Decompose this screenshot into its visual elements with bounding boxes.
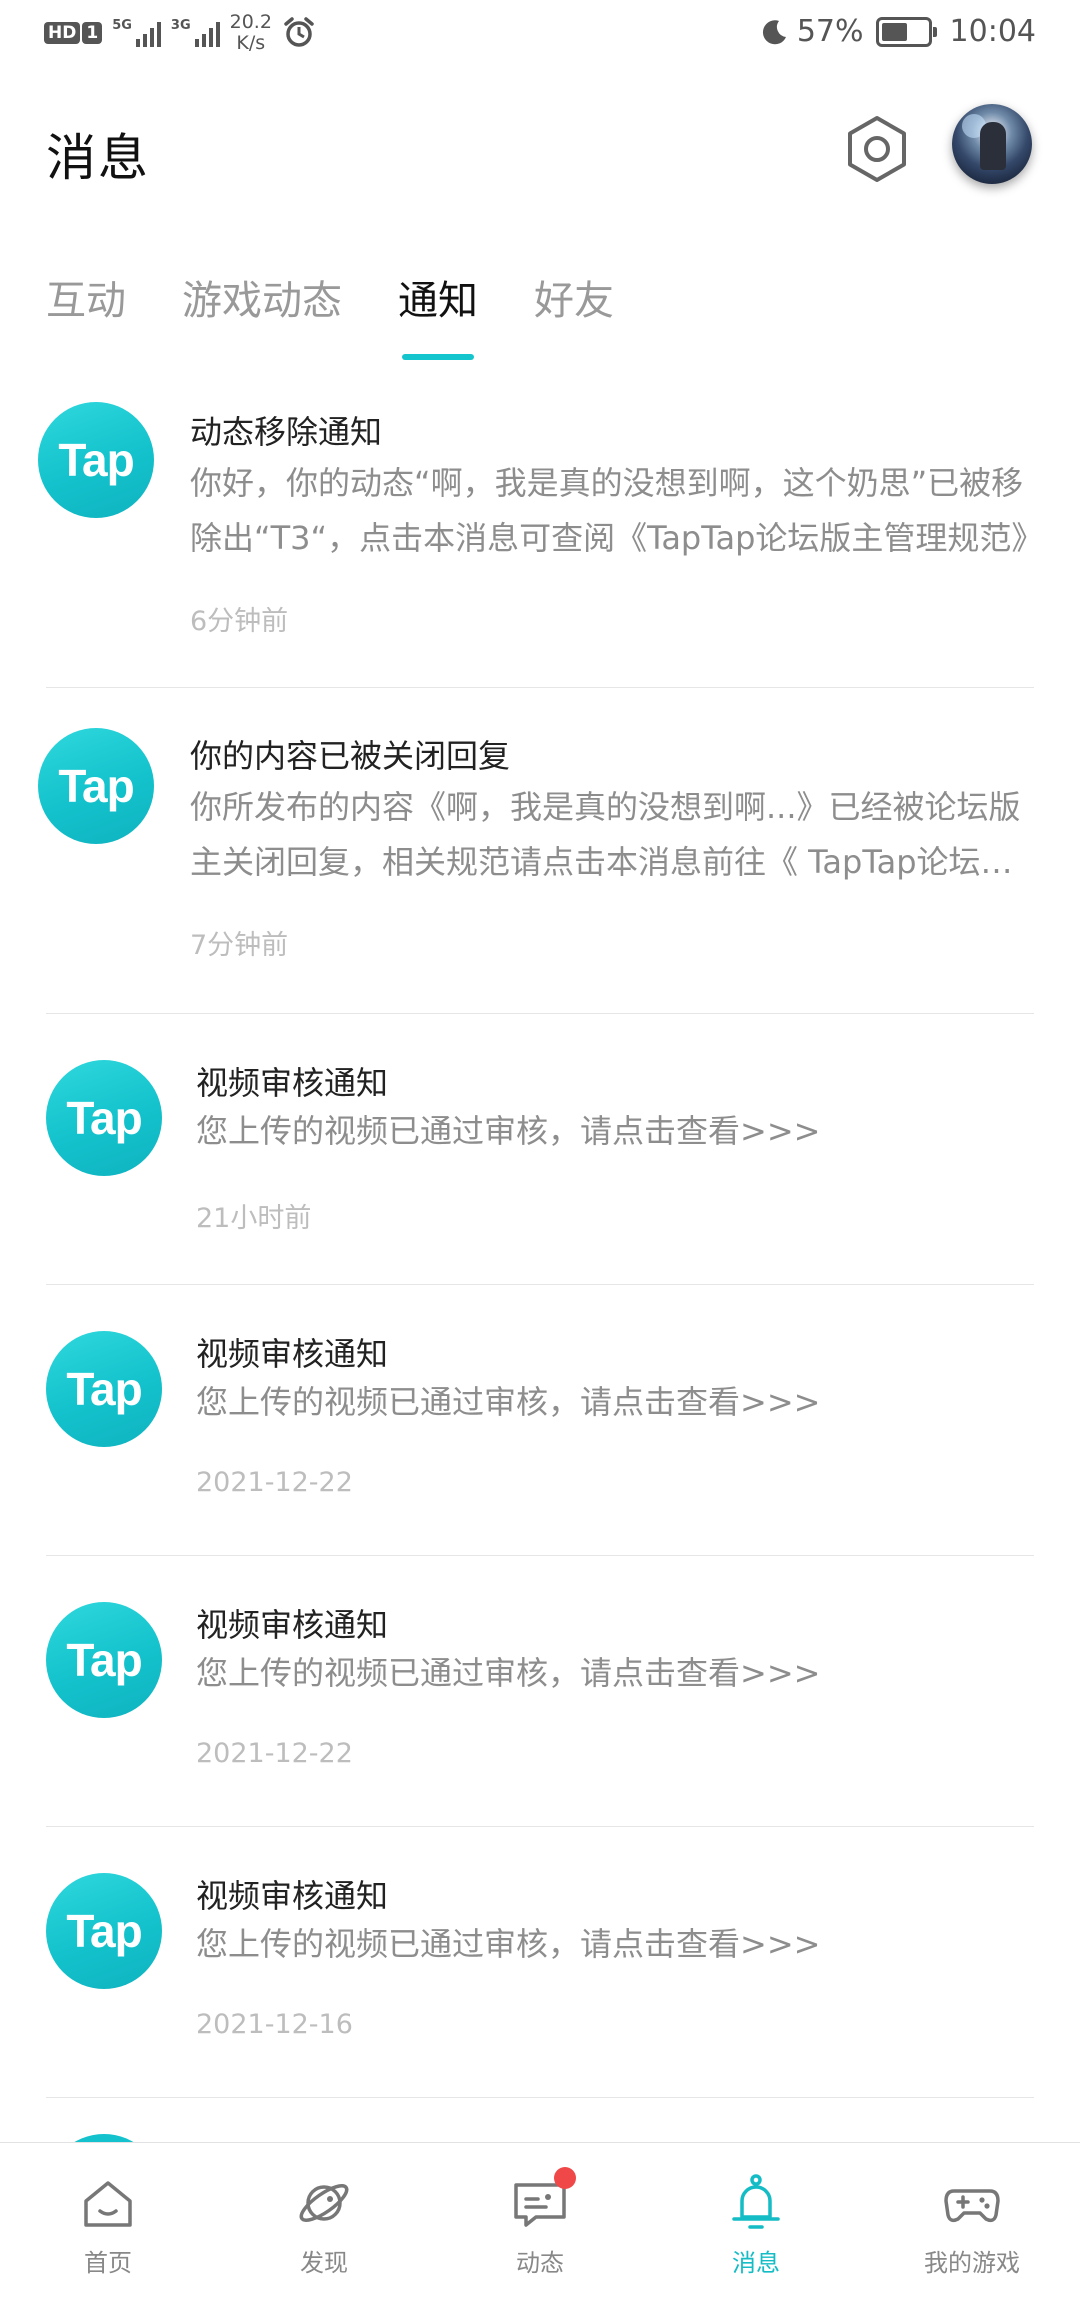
sim-label: 1 [82, 22, 103, 44]
notification-body: 您上传的视频已通过审核，请点击查看>>> [196, 1654, 821, 1692]
notification-badge [554, 2167, 576, 2189]
battery-icon [875, 16, 937, 47]
message-tabs: 互动 游戏动态 通知 好友 [46, 268, 614, 360]
notification-title: 你的内容已被关闭回复 [190, 737, 511, 775]
alarm-icon [284, 17, 314, 47]
notification-title: 视频审核通知 [196, 1064, 389, 1102]
status-right: 57% 10:04 [759, 14, 1036, 49]
logo-text: Tap [66, 1905, 142, 1957]
nav-label: 我的游戏 [924, 2249, 1020, 2277]
tab-friends[interactable]: 好友 [534, 268, 614, 360]
nav-label: 首页 [84, 2249, 132, 2277]
notification-title: 视频审核通知 [196, 1877, 389, 1915]
speed-value: 20.2 [229, 11, 272, 33]
hd-badge: HD 1 [44, 22, 103, 44]
status-left: HD 1 5G 3G 20.2 K/s [44, 12, 316, 54]
messages-page: HD 1 5G 3G 20.2 K/s 57% 10:04 消息 互动 游戏动态… [0, 0, 1080, 2298]
logo-text: Tap [58, 434, 134, 486]
nav-feed[interactable]: 动态 [432, 2143, 648, 2298]
notification-time: 2021-12-22 [196, 1467, 353, 1498]
planet-icon [299, 2184, 349, 2222]
nav-label: 消息 [732, 2249, 780, 2277]
notification-time: 2021-12-22 [196, 1738, 353, 1769]
logo-text: Tap [66, 1363, 142, 1415]
list-item[interactable]: Tap 视频审核通知 您上传的视频已通过审核，请点击查看>>> 21小时前 [0, 1014, 1080, 1285]
logo-text: Tap [58, 760, 134, 812]
taptap-logo-icon: Tap [46, 1873, 162, 1989]
clock-time: 10:04 [949, 14, 1036, 49]
network-type-2: 3G [170, 18, 191, 33]
notification-body: 您上传的视频已通过审核，请点击查看>>> [196, 1925, 821, 1963]
nav-home[interactable]: 首页 [0, 2143, 216, 2298]
list-item[interactable]: Tap 视频审核通知 您上传的视频已通过审核，请点击查看>>> 2021-12-… [0, 1556, 1080, 1827]
taptap-logo-icon: Tap [46, 1331, 162, 1447]
signal-icon: 3G [171, 19, 220, 47]
taptap-logo-icon: Tap [38, 402, 154, 518]
network-speed: 20.2 K/s [230, 12, 272, 54]
taptap-logo-icon: Tap [46, 1602, 162, 1718]
list-item[interactable]: Tap 视频审核通知 您上传的视频已通过审核，请点击查看>>> 2021-12-… [0, 1285, 1080, 1556]
notification-body: 您上传的视频已通过审核，请点击查看>>> [196, 1112, 821, 1150]
home-icon [84, 2181, 132, 2227]
speed-unit: K/s [236, 32, 266, 54]
status-bar: HD 1 5G 3G 20.2 K/s 57% 10:04 [0, 0, 1080, 70]
tab-game-updates[interactable]: 游戏动态 [182, 268, 342, 360]
divider [46, 2097, 1034, 2098]
logo-text: Tap [66, 1634, 142, 1686]
nav-label: 发现 [300, 2249, 348, 2277]
battery-percent: 57% [796, 14, 864, 49]
taptap-logo-icon: Tap [46, 1060, 162, 1176]
notification-time: 6分钟前 [190, 606, 289, 637]
notification-title: 动态移除通知 [190, 413, 383, 451]
list-item[interactable]: Tap 你的内容已被关闭回复 你所发布的内容《啊，我是真的没想到啊...》已经被… [0, 688, 1080, 1014]
taptap-logo-icon: Tap [38, 728, 154, 844]
nav-label: 动态 [516, 2249, 564, 2277]
signal-icon: 5G [112, 19, 161, 47]
nav-discover[interactable]: 发现 [216, 2143, 432, 2298]
hd-label: HD [44, 22, 81, 44]
notification-body: 你所发布的内容《啊，我是真的没想到啊...》已经被论坛版主关闭回复，相关规范请点… [190, 788, 1021, 881]
logo-text: Tap [66, 1092, 142, 1144]
page-title: 消息 [46, 129, 150, 187]
moon-icon [762, 19, 786, 44]
notification-time: 21小时前 [196, 1203, 312, 1234]
list-item[interactable]: Tap 动态移除通知 你好，你的动态“啊，我是真的没想到啊，这个奶思”已被移除出… [0, 362, 1080, 688]
notification-time: 2021-12-16 [196, 2009, 353, 2040]
gamepad-icon [944, 2189, 1000, 2223]
notification-title: 视频审核通知 [196, 1335, 389, 1373]
tab-interactions[interactable]: 互动 [46, 268, 126, 360]
tab-notifications[interactable]: 通知 [398, 268, 478, 360]
notification-list: Tap 动态移除通知 你好，你的动态“啊，我是真的没想到啊，这个奶思”已被移除出… [0, 362, 1080, 2098]
settings-button[interactable] [842, 114, 912, 184]
settings-hexagon-icon [848, 116, 906, 182]
list-item[interactable]: Tap 视频审核通知 您上传的视频已通过审核，请点击查看>>> 2021-12-… [0, 1827, 1080, 2098]
network-type-1: 5G [112, 18, 132, 33]
bell-icon [732, 2174, 780, 2229]
notification-time: 7分钟前 [190, 930, 289, 961]
bottom-nav: 首页 发现 动态 消息 我的游戏 [0, 2142, 1080, 2298]
avatar[interactable] [952, 104, 1032, 184]
nav-messages[interactable]: 消息 [648, 2143, 864, 2298]
nav-my-games[interactable]: 我的游戏 [864, 2143, 1080, 2298]
notification-body: 你好，你的动态“啊，我是真的没想到啊，这个奶思”已被移除出“T3“，点击本消息可… [190, 464, 1030, 557]
notification-body: 您上传的视频已通过审核，请点击查看>>> [196, 1383, 821, 1421]
notification-title: 视频审核通知 [196, 1606, 389, 1644]
